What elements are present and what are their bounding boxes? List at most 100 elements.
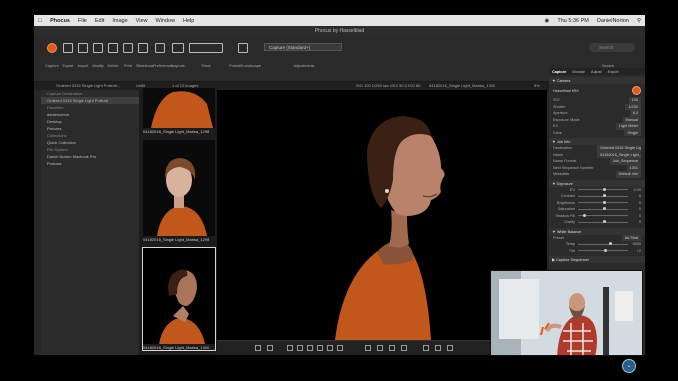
slider-track[interactable]: [578, 213, 628, 217]
slider-value[interactable]: 0: [631, 220, 641, 224]
zoom-level[interactable]: 9%: [534, 83, 540, 88]
clock[interactable]: Thu 5:36 PM: [557, 18, 589, 24]
slider-row: Tint +2: [549, 248, 645, 255]
slider-track[interactable]: [578, 220, 628, 224]
slider-knob[interactable]: [603, 194, 606, 198]
delete-icon[interactable]: [108, 43, 118, 53]
sidebar-item[interactable]: danielnorton: [41, 111, 139, 118]
compare-view-icon[interactable]: [267, 345, 273, 351]
modify-icon[interactable]: [93, 43, 103, 53]
slider-value[interactable]: 0.00: [631, 188, 641, 192]
slider-knob[interactable]: [603, 200, 606, 204]
sidebar-item[interactable]: Quick Collection: [41, 139, 139, 146]
setting-label: Metadata: [553, 172, 569, 176]
straighten-tool-icon[interactable]: [297, 345, 303, 351]
menu-window[interactable]: Window: [155, 18, 175, 24]
slider-track[interactable]: [578, 248, 628, 252]
heal-tool-icon[interactable]: [337, 345, 343, 351]
brush-tool-icon[interactable]: [327, 345, 333, 351]
slider-track[interactable]: [578, 207, 628, 211]
slider-value[interactable]: 0: [631, 214, 641, 218]
white-balance-section-header[interactable]: ▼ White Balance: [549, 227, 645, 235]
apple-icon[interactable]: : [38, 18, 42, 24]
slider-knob[interactable]: [603, 207, 606, 211]
grid-overlay-icon[interactable]: [377, 345, 383, 351]
search-icon[interactable]: ⚲: [637, 18, 641, 24]
slider-knob[interactable]: [583, 213, 586, 217]
slider-track[interactable]: [578, 194, 628, 198]
rotate-image-icon[interactable]: [447, 345, 453, 351]
user-name[interactable]: DanielNorton: [597, 18, 629, 24]
camera-setting-row[interactable]: Drive Single: [549, 129, 645, 136]
thumbnail-caption: 04182016_Single Light_Marisa_1299: [143, 237, 210, 242]
wb-preset-select[interactable]: As Shot: [621, 234, 641, 241]
slider-value[interactable]: 0: [631, 207, 641, 211]
slider-knob[interactable]: [609, 242, 612, 246]
menu-edit[interactable]: Edit: [95, 18, 104, 24]
loupe-icon[interactable]: [365, 345, 371, 351]
slider-track[interactable]: [578, 200, 628, 204]
menu-help[interactable]: Help: [183, 18, 194, 24]
toolbar-portrait-label: Portrait/Landscape: [229, 64, 261, 68]
export-icon[interactable]: [63, 43, 73, 53]
slider-label: Contrast: [560, 194, 575, 199]
slider-value[interactable]: +2: [631, 249, 641, 253]
tab-export[interactable]: Export: [608, 70, 619, 74]
sidebar-item[interactable]: Ordered 0316 Single Light Portrait: [41, 97, 139, 104]
remote-capture-button[interactable]: [632, 86, 641, 95]
thumbnail-1300[interactable]: 04182016_Single Light_Marisa_1300: [142, 247, 216, 351]
menu-app[interactable]: Phocus: [50, 18, 70, 24]
toolbar-capture-label: Capture: [45, 64, 59, 68]
slideshow-icon[interactable]: [138, 43, 148, 53]
slider-knob[interactable]: [604, 248, 607, 252]
sidebar-item[interactable]: Podcast: [41, 160, 139, 167]
menu-file[interactable]: File: [78, 18, 87, 24]
slider-knob[interactable]: [603, 220, 606, 224]
capture-button[interactable]: [47, 43, 57, 53]
tab-capture[interactable]: Capture: [552, 70, 566, 74]
crop-tool-icon[interactable]: [287, 345, 293, 351]
picker-tool-icon[interactable]: [317, 345, 323, 351]
job-info-section-header[interactable]: ▼ Job Info: [549, 138, 645, 145]
sidebar-item[interactable]: Daniel Norton Macbook Pro: [41, 153, 139, 160]
capture-preset-select[interactable]: Capture (Standard+): [264, 43, 342, 51]
slider-track[interactable]: [578, 242, 628, 246]
slider-value[interactable]: 0: [631, 194, 641, 198]
thumbnail-1298[interactable]: 04182016_Single Light_Marisa_1298: [143, 88, 215, 134]
job-info-row[interactable]: Metadata Default Info: [549, 171, 645, 178]
slider-knob[interactable]: [603, 187, 606, 191]
exposure-section-header[interactable]: ▼ Exposure: [549, 179, 645, 187]
slider-label: Shadow Fill: [555, 213, 575, 218]
exposure-warning-icon[interactable]: [401, 345, 407, 351]
exif-readout: ISO 100 1/250 sec f/8.0 50.0 ISO 80: [356, 83, 421, 88]
rotate-tool-icon[interactable]: [307, 345, 313, 351]
slider-track[interactable]: [578, 187, 628, 191]
preferences-icon[interactable]: [155, 43, 165, 53]
portrait-landscape-icon[interactable]: [238, 43, 248, 53]
menu-image[interactable]: Image: [112, 18, 127, 24]
search-input[interactable]: Search: [589, 43, 635, 52]
layouts-icon[interactable]: [172, 43, 184, 53]
thumbnail-1299[interactable]: 04182016_Single Light_Marisa_1299: [143, 140, 215, 242]
print-icon[interactable]: [123, 43, 133, 53]
tab-browse[interactable]: Browse: [572, 70, 585, 74]
camera-section-header[interactable]: ▼ Camera: [549, 77, 645, 84]
capture-sequencer-header[interactable]: ▶ Capture Sequencer: [549, 256, 645, 263]
folder-path[interactable]: Ordered 0316 Single Light Portrait...: [56, 83, 120, 88]
import-icon[interactable]: [78, 43, 88, 53]
sidebar-item[interactable]: Desktop: [41, 118, 139, 125]
next-image-icon[interactable]: [435, 345, 441, 351]
slider-value[interactable]: 0: [631, 201, 641, 205]
previous-image-icon[interactable]: [423, 345, 429, 351]
show-icon[interactable]: [189, 43, 223, 53]
toolbar-modify-label: Modify: [92, 64, 104, 68]
setting-value[interactable]: Single: [624, 129, 641, 136]
single-view-icon[interactable]: [255, 345, 261, 351]
slider-value[interactable]: 5650: [631, 242, 641, 246]
wifi-icon[interactable]: ◉: [545, 18, 550, 24]
menu-view[interactable]: View: [136, 18, 148, 24]
tab-adjust[interactable]: Adjust: [591, 70, 602, 74]
sidebar-item[interactable]: Pictures: [41, 125, 139, 132]
focus-mask-icon[interactable]: [389, 345, 395, 351]
setting-value[interactable]: Default Info: [615, 171, 641, 178]
